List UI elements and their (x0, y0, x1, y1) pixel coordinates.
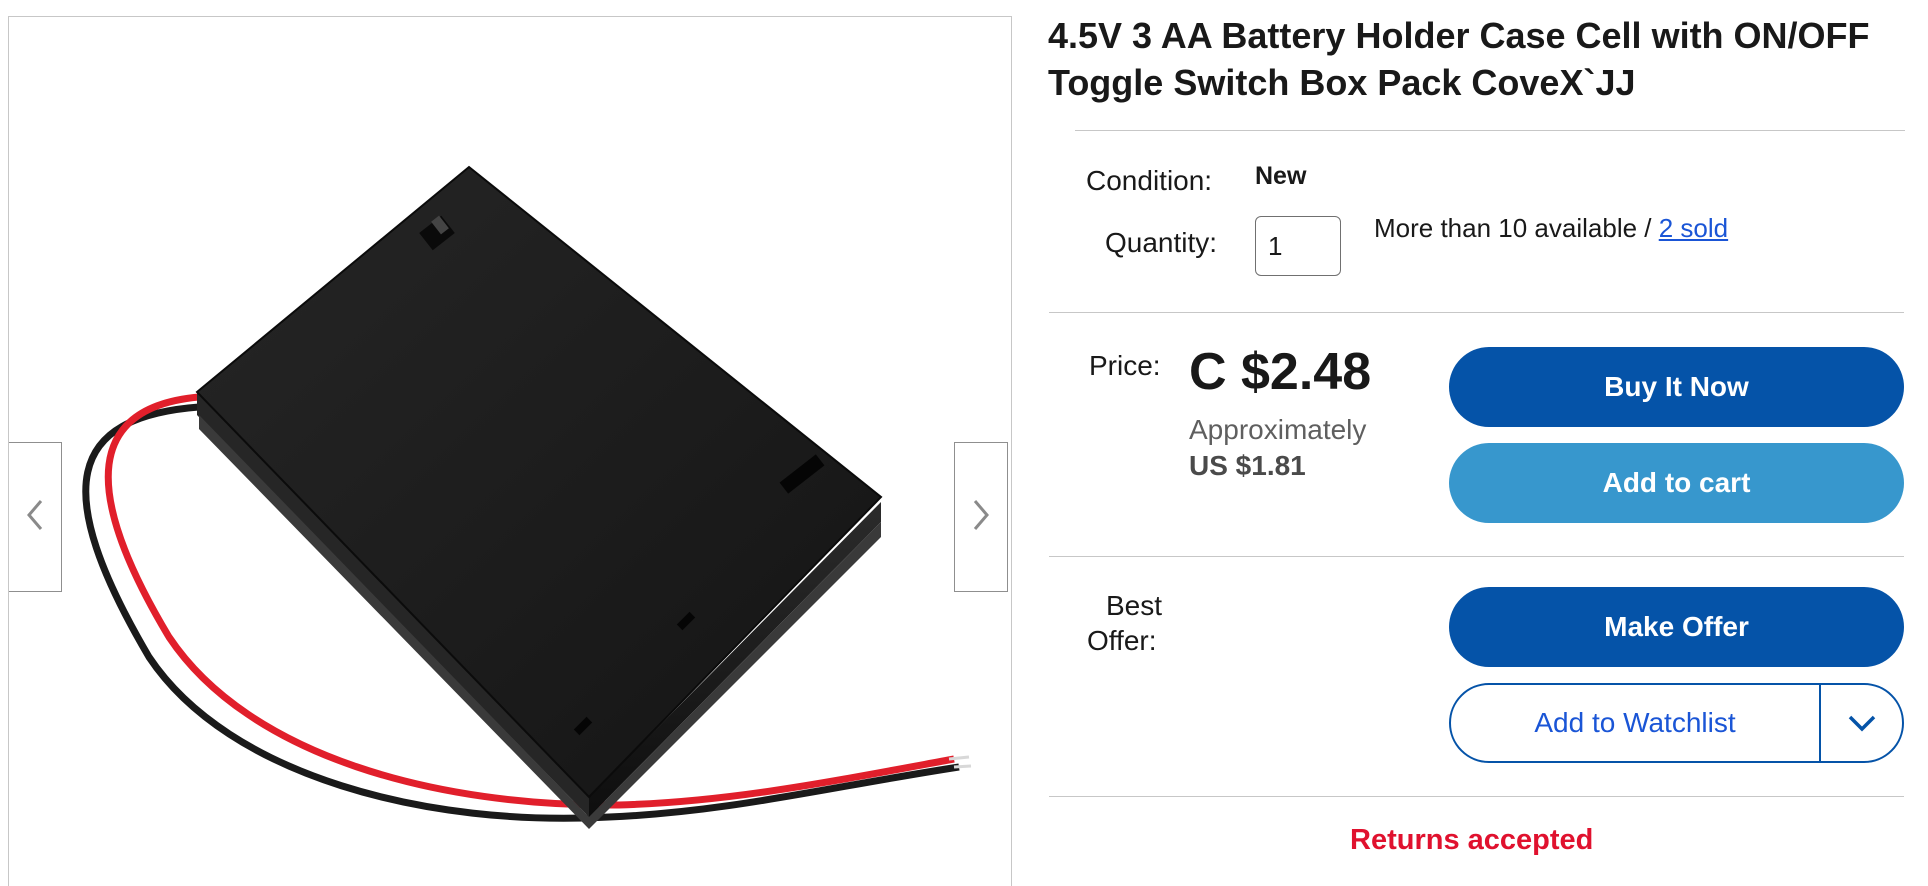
listing-title: 4.5V 3 AA Battery Holder Case Cell with … (1048, 15, 1870, 103)
chevron-right-icon (971, 498, 991, 537)
divider (1049, 796, 1904, 797)
gallery-next-button[interactable] (954, 442, 1008, 592)
sold-count-link[interactable]: 2 sold (1659, 213, 1728, 243)
condition-label: Condition: (1086, 165, 1213, 196)
chevron-left-icon (25, 498, 45, 537)
approx-label: Approximately (1189, 414, 1367, 445)
chevron-down-icon (1847, 707, 1877, 739)
add-to-cart-button[interactable]: Add to cart (1449, 443, 1904, 523)
price-label: Price: (1089, 350, 1161, 381)
best-offer-label-line1: Best (1106, 590, 1163, 621)
condition-value: New (1255, 162, 1307, 190)
quantity-label: Quantity: (1105, 227, 1218, 258)
buy-it-now-button[interactable]: Buy It Now (1449, 347, 1904, 427)
product-image[interactable] (9, 17, 1012, 886)
add-to-watchlist-button[interactable]: Add to Watchlist (1449, 683, 1904, 763)
quantity-input[interactable] (1255, 216, 1341, 276)
approx-price: Approximately US $1.81 (1189, 412, 1366, 484)
watchlist-label: Add to Watchlist (1534, 707, 1736, 738)
divider (1049, 312, 1904, 313)
returns-accepted: Returns accepted (1350, 824, 1594, 856)
best-offer-label-line2: Offer: (1087, 625, 1157, 656)
availability-label: More than 10 available / (1374, 213, 1659, 243)
availability-text: More than 10 available / 2 sold (1374, 213, 1728, 244)
divider (1049, 556, 1904, 557)
image-gallery (8, 16, 1012, 886)
make-offer-button[interactable]: Make Offer (1449, 587, 1904, 667)
price-value: C $2.48 (1189, 343, 1372, 401)
gallery-prev-button[interactable] (9, 442, 62, 592)
watchlist-dropdown-button[interactable] (1821, 685, 1902, 761)
approx-value: US $1.81 (1189, 450, 1306, 481)
divider (1075, 130, 1905, 131)
